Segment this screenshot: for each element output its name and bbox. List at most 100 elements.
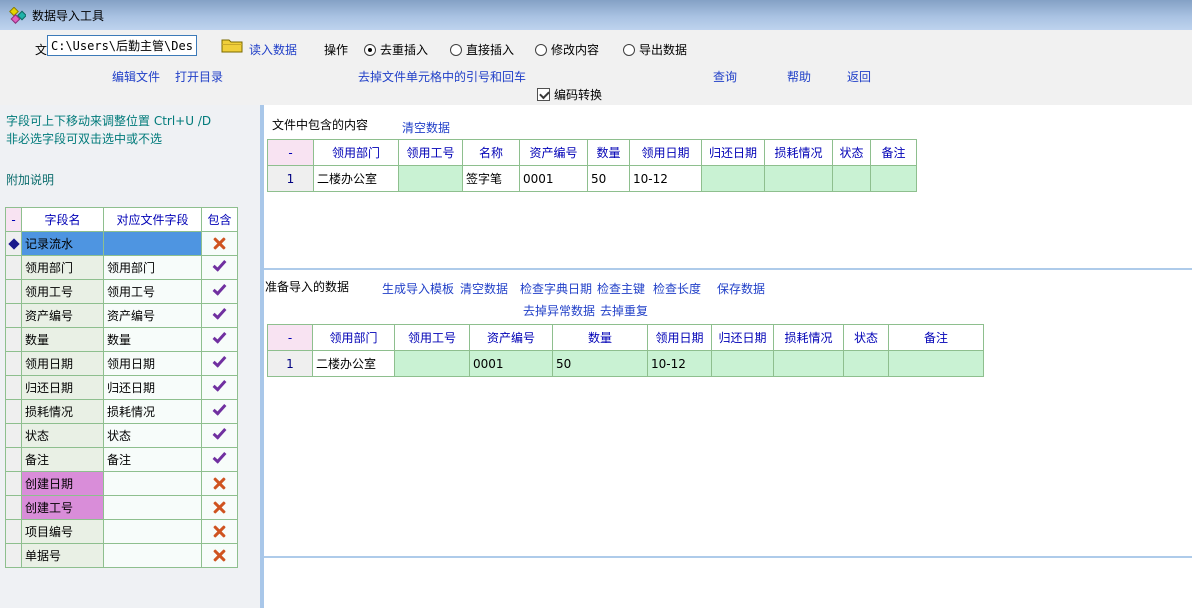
field-name-cell[interactable]: 归还日期 bbox=[22, 376, 104, 400]
clear-import-data-link[interactable]: 清空数据 bbox=[460, 280, 508, 297]
check-dict-date-link[interactable]: 检查字典日期 bbox=[520, 280, 592, 297]
included-cell[interactable] bbox=[202, 328, 238, 352]
included-cell[interactable] bbox=[202, 400, 238, 424]
field-name-cell[interactable]: 创建工号 bbox=[22, 496, 104, 520]
import-table-cell[interactable]: 10-12 bbox=[648, 351, 712, 377]
included-cell[interactable] bbox=[202, 376, 238, 400]
row-handle-cell[interactable] bbox=[6, 232, 22, 256]
file-path-input[interactable] bbox=[47, 35, 197, 56]
field-table-row[interactable]: 单据号 bbox=[6, 544, 238, 568]
import-table-cell[interactable] bbox=[844, 351, 889, 377]
check-primary-key-link[interactable]: 检查主键 bbox=[597, 280, 645, 297]
row-handle-cell[interactable] bbox=[6, 448, 22, 472]
back-link[interactable]: 返回 bbox=[847, 68, 871, 85]
field-name-cell[interactable]: 创建日期 bbox=[22, 472, 104, 496]
import-table-cell[interactable]: 0001 bbox=[470, 351, 553, 377]
import-table-cell[interactable] bbox=[889, 351, 984, 377]
file-field-cell[interactable]: 领用部门 bbox=[104, 256, 202, 280]
radio-export-data[interactable]: 导出数据 bbox=[623, 41, 687, 58]
field-name-cell[interactable]: 损耗情况 bbox=[22, 400, 104, 424]
file-field-cell[interactable]: 数量 bbox=[104, 328, 202, 352]
file-field-cell[interactable] bbox=[104, 544, 202, 568]
file-field-cell[interactable]: 领用日期 bbox=[104, 352, 202, 376]
row-handle-cell[interactable] bbox=[6, 376, 22, 400]
generate-template-link[interactable]: 生成导入模板 bbox=[382, 280, 454, 297]
field-table-row[interactable]: 数量数量 bbox=[6, 328, 238, 352]
file-content-table-cell[interactable]: 二楼办公室 bbox=[314, 166, 399, 192]
checkbox-icon[interactable] bbox=[537, 88, 550, 101]
file-field-cell[interactable]: 领用工号 bbox=[104, 280, 202, 304]
radio-circle-icon[interactable] bbox=[450, 44, 462, 56]
remove-abnormal-link[interactable]: 去掉异常数据 bbox=[523, 302, 595, 319]
radio-modify-content[interactable]: 修改内容 bbox=[535, 41, 599, 58]
file-content-table-row[interactable]: 1二楼办公室签字笔00015010-12 bbox=[268, 166, 917, 192]
field-name-cell[interactable]: 资产编号 bbox=[22, 304, 104, 328]
included-cell[interactable] bbox=[202, 448, 238, 472]
field-table-row[interactable]: 项目编号 bbox=[6, 520, 238, 544]
field-name-cell[interactable]: 数量 bbox=[22, 328, 104, 352]
field-name-cell[interactable]: 领用工号 bbox=[22, 280, 104, 304]
file-field-cell[interactable] bbox=[104, 496, 202, 520]
radio-circle-icon[interactable] bbox=[623, 44, 635, 56]
row-handle-cell[interactable] bbox=[6, 496, 22, 520]
field-table-row[interactable]: 状态状态 bbox=[6, 424, 238, 448]
included-cell[interactable] bbox=[202, 496, 238, 520]
field-name-cell[interactable]: 领用部门 bbox=[22, 256, 104, 280]
import-table-cell[interactable]: 二楼办公室 bbox=[313, 351, 395, 377]
file-field-cell[interactable]: 备注 bbox=[104, 448, 202, 472]
import-table-row[interactable]: 1二楼办公室00015010-12 bbox=[268, 351, 984, 377]
field-table-row[interactable]: 领用日期领用日期 bbox=[6, 352, 238, 376]
included-cell[interactable] bbox=[202, 472, 238, 496]
field-table-row[interactable]: 记录流水 bbox=[6, 232, 238, 256]
encoding-convert-checkbox[interactable]: 编码转换 bbox=[537, 86, 602, 103]
row-handle-cell[interactable] bbox=[6, 304, 22, 328]
field-table-row[interactable]: 损耗情况损耗情况 bbox=[6, 400, 238, 424]
file-content-table-cell[interactable]: 0001 bbox=[520, 166, 588, 192]
field-table-row[interactable]: 领用部门领用部门 bbox=[6, 256, 238, 280]
save-data-link[interactable]: 保存数据 bbox=[717, 280, 765, 297]
file-field-cell[interactable] bbox=[104, 520, 202, 544]
file-field-cell[interactable]: 状态 bbox=[104, 424, 202, 448]
row-handle-cell[interactable] bbox=[6, 256, 22, 280]
check-length-link[interactable]: 检查长度 bbox=[653, 280, 701, 297]
field-name-cell[interactable]: 项目编号 bbox=[22, 520, 104, 544]
included-cell[interactable] bbox=[202, 280, 238, 304]
read-data-link[interactable]: 读入数据 bbox=[249, 41, 297, 58]
row-handle-cell[interactable] bbox=[6, 328, 22, 352]
row-handle-cell[interactable] bbox=[6, 280, 22, 304]
row-handle-cell[interactable] bbox=[6, 520, 22, 544]
import-table-cell[interactable] bbox=[395, 351, 470, 377]
file-content-table-cell[interactable]: 10-12 bbox=[630, 166, 702, 192]
open-directory-link[interactable]: 打开目录 bbox=[175, 68, 223, 85]
radio-direct-insert[interactable]: 直接插入 bbox=[450, 41, 514, 58]
field-table-row[interactable]: 备注备注 bbox=[6, 448, 238, 472]
file-content-table-cell[interactable] bbox=[871, 166, 917, 192]
field-table-row[interactable]: 创建日期 bbox=[6, 472, 238, 496]
field-name-cell[interactable]: 备注 bbox=[22, 448, 104, 472]
import-table-cell[interactable] bbox=[712, 351, 774, 377]
remove-duplicates-link[interactable]: 去掉重复 bbox=[600, 302, 648, 319]
import-table-cell[interactable] bbox=[774, 351, 844, 377]
field-name-cell[interactable]: 记录流水 bbox=[22, 232, 104, 256]
field-table-row[interactable]: 创建工号 bbox=[6, 496, 238, 520]
field-table-row[interactable]: 领用工号领用工号 bbox=[6, 280, 238, 304]
radio-circle-icon[interactable] bbox=[535, 44, 547, 56]
included-cell[interactable] bbox=[202, 544, 238, 568]
included-cell[interactable] bbox=[202, 352, 238, 376]
included-cell[interactable] bbox=[202, 232, 238, 256]
included-cell[interactable] bbox=[202, 304, 238, 328]
file-field-cell[interactable] bbox=[104, 232, 202, 256]
included-cell[interactable] bbox=[202, 424, 238, 448]
file-field-cell[interactable] bbox=[104, 472, 202, 496]
clear-file-data-link[interactable]: 清空数据 bbox=[402, 119, 450, 136]
field-name-cell[interactable]: 领用日期 bbox=[22, 352, 104, 376]
field-name-cell[interactable]: 状态 bbox=[22, 424, 104, 448]
radio-dedup-insert[interactable]: 去重插入 bbox=[364, 41, 428, 58]
file-content-table-cell[interactable] bbox=[399, 166, 463, 192]
file-field-cell[interactable]: 损耗情况 bbox=[104, 400, 202, 424]
file-field-cell[interactable]: 归还日期 bbox=[104, 376, 202, 400]
file-content-table-cell[interactable] bbox=[765, 166, 833, 192]
radio-circle-icon[interactable] bbox=[364, 44, 376, 56]
included-cell[interactable] bbox=[202, 520, 238, 544]
row-handle-cell[interactable] bbox=[6, 472, 22, 496]
